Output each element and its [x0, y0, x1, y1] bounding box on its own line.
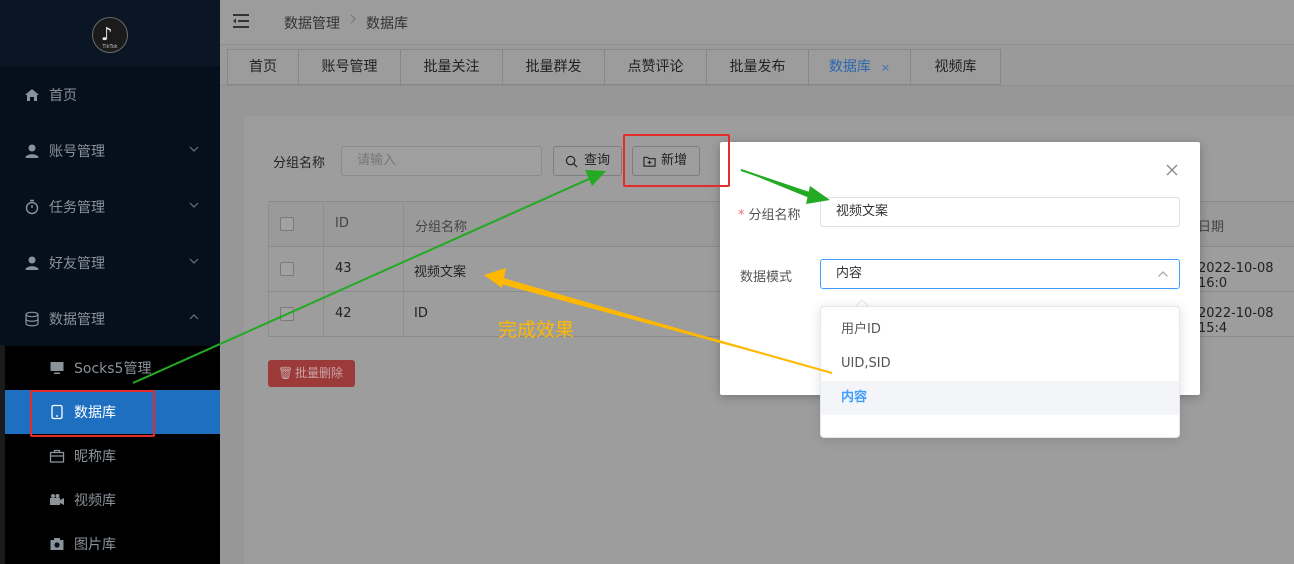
select-all-checkbox[interactable]	[280, 217, 294, 231]
sidebar-item-label: 首页	[49, 88, 77, 104]
monitor-icon	[50, 362, 64, 374]
row-id: 43	[335, 261, 352, 276]
annotation-label: 完成效果	[498, 319, 575, 341]
row-date: 2022-10-08 16:0	[1198, 261, 1274, 291]
chevron-up-icon	[189, 314, 199, 320]
database-icon	[25, 311, 39, 327]
tab-video-library[interactable]: 视频库	[910, 49, 1001, 85]
close-icon[interactable]: ×	[881, 61, 890, 74]
tab-label: 批量群发	[525, 59, 582, 75]
sidebar-item-accounts[interactable]: 账号管理	[0, 123, 220, 179]
tab-label: 账号管理	[321, 59, 378, 75]
tab-home[interactable]: 首页	[227, 49, 299, 85]
dropdown-option-uid-sid[interactable]: UID,SID	[821, 347, 1179, 381]
tab-database[interactable]: 数据库 ×	[808, 49, 911, 85]
topbar: 数据管理 数据库	[220, 0, 1294, 44]
tab-label: 数据库	[828, 59, 871, 75]
sidebar-subitem-label: Socks5管理	[74, 361, 152, 377]
user-icon	[25, 256, 39, 270]
row-checkbox[interactable]	[280, 307, 294, 321]
sidebar-subitem-video[interactable]: 视频库	[5, 478, 220, 522]
camera-icon	[50, 538, 64, 550]
tab-batch-follow[interactable]: 批量关注	[400, 49, 503, 85]
data-mode-select[interactable]: 内容	[820, 259, 1180, 289]
sidebar-item-friends[interactable]: 好友管理	[0, 235, 220, 291]
sidebar-item-label: 任务管理	[49, 200, 105, 216]
dropdown-option-user-id[interactable]: 用户ID	[821, 313, 1179, 347]
dialog-mode-label: 数据模式	[740, 270, 793, 285]
sidebar-item-tasks[interactable]: 任务管理	[0, 179, 220, 235]
dialog-name-label: * 分组名称	[738, 204, 801, 223]
tab-label: 批量发布	[729, 59, 786, 75]
sidebar-subitem-images[interactable]: 图片库	[5, 522, 220, 564]
search-icon	[565, 155, 578, 168]
home-icon	[25, 89, 39, 101]
chevron-down-icon	[189, 258, 199, 264]
table-column-divider	[323, 201, 324, 337]
tiktok-logo: ♪ TikTok	[92, 17, 128, 53]
tab-batch-publish[interactable]: 批量发布	[706, 49, 809, 85]
dialog-group-name-input[interactable]: 视频文案	[820, 197, 1180, 227]
row-group-name: ID	[414, 306, 428, 321]
breadcrumb-parent: 数据管理	[284, 16, 340, 32]
video-camera-icon	[50, 494, 64, 505]
logo-area: ♪ TikTok	[0, 0, 220, 66]
dropdown-option-content[interactable]: 内容	[821, 381, 1179, 415]
batch-delete-label: 批量删除	[295, 366, 344, 380]
table-column-divider	[268, 201, 269, 337]
sidebar-item-label: 好友管理	[49, 256, 105, 272]
row-group-name: 视频文案	[414, 265, 467, 280]
chevron-down-icon	[189, 146, 199, 152]
annotation-highlight-database-menu	[30, 390, 155, 437]
group-name-input[interactable]: 请输入	[341, 146, 542, 176]
row-checkbox[interactable]	[280, 262, 294, 276]
chevron-right-icon	[350, 14, 356, 24]
query-button[interactable]: 查询	[553, 146, 622, 176]
header-id: ID	[335, 216, 349, 231]
sidebar-subitem-socks5[interactable]: Socks5管理	[5, 346, 220, 390]
sidebar: ♪ TikTok 首页 账号管理 任务管理 好友管理 数据管理 Socks5管理…	[0, 0, 220, 564]
sidebar-subitem-label: 图片库	[74, 537, 116, 553]
sidebar-item-home[interactable]: 首页	[0, 67, 220, 123]
header-group-name: 分组名称	[415, 220, 468, 235]
sidebar-subitem-nickname[interactable]: 昵称库	[5, 434, 220, 478]
chevron-up-icon	[1158, 271, 1168, 277]
row-date: 2022-10-08 15:4	[1198, 306, 1274, 336]
music-note-icon: ♪	[101, 24, 113, 45]
data-mode-selected-value: 内容	[836, 266, 863, 281]
logo-text: TikTok	[102, 44, 118, 50]
tab-label: 视频库	[934, 59, 977, 75]
batch-delete-button[interactable]: 🗑 批量删除	[268, 360, 355, 387]
annotation-highlight-add-button	[623, 134, 730, 187]
tab-bar: 首页 账号管理 批量关注 批量群发 点赞评论 批量发布 数据库 × 视频库	[220, 44, 1294, 86]
tab-label: 首页	[249, 59, 277, 75]
tab-batch-message[interactable]: 批量群发	[502, 49, 605, 85]
row-id: 42	[335, 306, 352, 321]
sidebar-item-label: 数据管理	[49, 312, 105, 328]
tab-accounts[interactable]: 账号管理	[298, 49, 401, 85]
sidebar-item-data-management[interactable]: 数据管理	[0, 291, 220, 347]
sidebar-item-label: 账号管理	[49, 144, 105, 160]
required-mark: *	[738, 208, 745, 223]
breadcrumb-current: 数据库	[366, 16, 408, 32]
data-mode-dropdown: 用户ID UID,SID 内容	[820, 306, 1180, 438]
tab-label: 批量关注	[423, 59, 480, 75]
sidebar-subitem-label: 昵称库	[74, 449, 116, 465]
table-column-divider	[403, 201, 404, 337]
chevron-down-icon	[189, 202, 199, 208]
close-icon[interactable]	[1166, 164, 1178, 176]
sidebar-subitem-label: 视频库	[74, 493, 116, 509]
query-button-label: 查询	[584, 153, 611, 168]
stopwatch-icon	[25, 199, 39, 215]
dialog-name-label-text: 分组名称	[748, 208, 801, 223]
trash-icon: 🗑	[278, 366, 294, 380]
tab-label: 点赞评论	[627, 59, 684, 75]
header-date: 日期	[1198, 220, 1225, 235]
briefcase-icon	[49, 449, 65, 463]
tab-like-comment[interactable]: 点赞评论	[604, 49, 707, 85]
menu-fold-icon[interactable]	[233, 14, 249, 28]
group-name-label: 分组名称	[273, 156, 326, 171]
user-icon	[25, 144, 39, 158]
